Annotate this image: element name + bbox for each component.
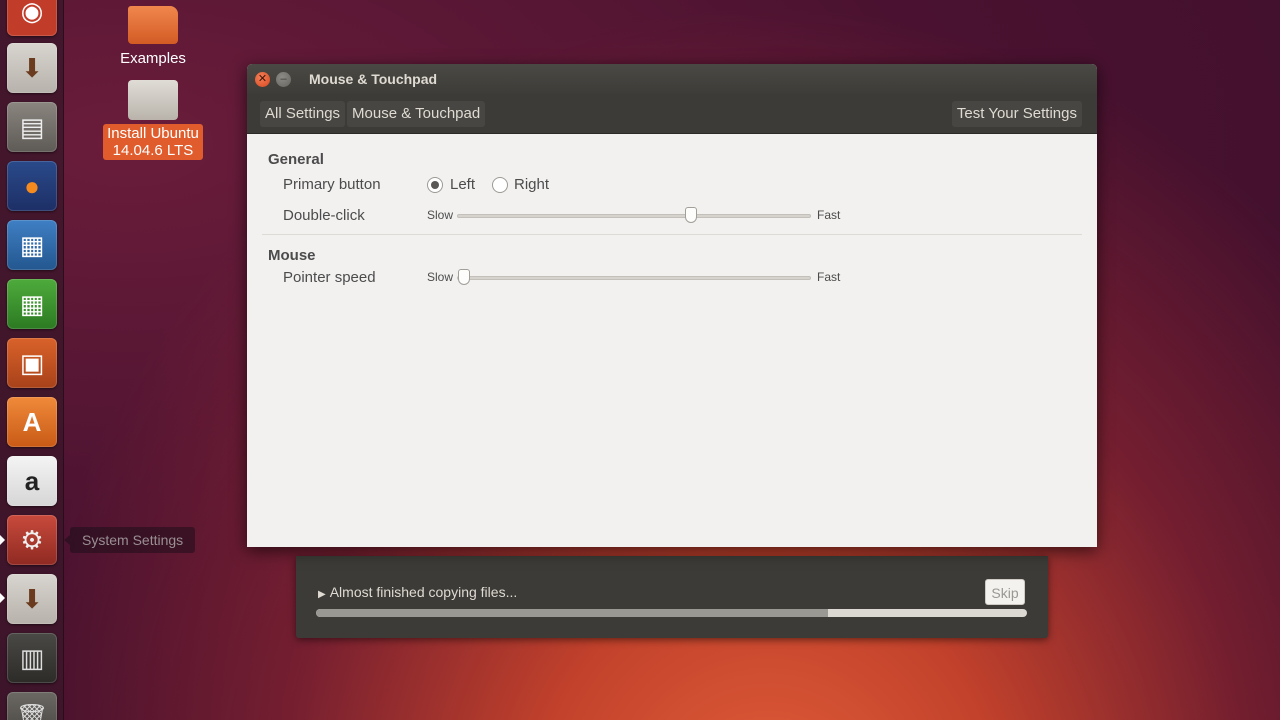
dash-button[interactable]: ◉ [7,0,57,36]
section-separator [262,234,1082,235]
pointer-speed-slow-label: Slow [427,270,454,284]
desktop-icon-install-ubuntu[interactable]: Install Ubuntu 14.04.6 LTS [98,80,208,160]
ubuntu-installer-icon: ⬇ [21,53,43,83]
double-click-fast-label: Fast [817,208,841,222]
window-title: Mouse & Touchpad [309,71,438,87]
expander-triangle-icon[interactable]: ▶ [318,589,326,600]
amazon-icon: a [24,466,40,496]
close-icon: ✕ [257,72,268,85]
primary-right-label[interactable]: Right [514,176,549,193]
libreoffice-calc-icon: ▦ [19,289,45,319]
installer-status-text: Almost finished copying files... [329,584,518,600]
launcher-item-disk[interactable]: ▥ [7,633,57,683]
settings-toolbar: All Settings Mouse & Touchpad Test Your … [247,94,1097,134]
ubuntu-installer-icon [128,80,178,120]
launcher-item-impress[interactable]: ▣ [7,338,57,388]
ubuntu-installer-icon: ⬇ [21,584,43,614]
trash-icon: 🗑 [15,702,49,720]
settings-content: General Primary button Left Right Double… [247,134,1097,547]
desktop-icon-examples[interactable]: Examples [98,6,208,67]
active-indicator [0,535,5,545]
launcher-item-software-center[interactable]: A [7,397,57,447]
minimize-icon: – [280,72,287,85]
pointer-speed-slider-track[interactable] [457,276,811,280]
launcher-item-firefox[interactable]: ● [7,161,57,211]
double-click-slider-handle[interactable] [684,207,697,223]
minimize-button[interactable]: – [276,71,291,87]
primary-left-label[interactable]: Left [450,176,475,193]
breadcrumb-mouse-touchpad[interactable]: Mouse & Touchpad [347,100,486,127]
launcher-item-calc[interactable]: ▦ [7,279,57,329]
launcher-item-installer[interactable]: ⬇ [7,43,57,93]
double-click-slow-label: Slow [427,208,454,222]
launcher-tooltip: System Settings [63,527,196,553]
pointer-speed-slider-handle[interactable] [458,269,471,285]
mouse-section-title: Mouse [268,247,316,264]
general-section-title: General [268,151,324,168]
window-titlebar[interactable]: ✕ – Mouse & Touchpad [247,64,1097,94]
libreoffice-writer-icon: ▦ [19,230,45,260]
disk-icon: ▥ [19,643,45,673]
primary-right-radio[interactable] [492,177,508,193]
software-center-icon: A [22,407,42,437]
all-settings-button[interactable]: All Settings [260,100,346,127]
system-settings-icon: ⚙ [20,525,44,555]
launcher-item-trash[interactable]: 🗑 [7,692,57,720]
desktop-icon-label-line1: Install Ubuntu [107,125,199,142]
running-indicator [0,593,5,603]
launcher: ◉ ⬇ ▤ ● ▦ ▦ ▣ A a ⚙ ⬇ ▥ 🗑 [0,0,64,720]
double-click-slider-track[interactable] [457,214,811,218]
close-button[interactable]: ✕ [255,71,270,87]
libreoffice-impress-icon: ▣ [19,348,45,378]
double-click-label: Double-click [283,207,365,224]
test-settings-button[interactable]: Test Your Settings [951,100,1082,127]
primary-left-radio[interactable] [427,177,443,193]
folder-icon [128,6,178,44]
pointer-speed-fast-label: Fast [817,270,841,284]
mouse-touchpad-window: ✕ – Mouse & Touchpad All Settings Mouse … [247,64,1097,547]
launcher-item-amazon[interactable]: a [7,456,57,506]
installer-progress-fill [316,609,828,617]
firefox-icon: ● [24,171,40,201]
skip-button[interactable]: Skip [985,579,1025,605]
installer-progress-dialog: ▶ Almost finished copying files... Skip [296,556,1048,638]
launcher-item-system-settings[interactable]: ⚙ [7,515,57,565]
launcher-item-files[interactable]: ▤ [7,102,57,152]
ubuntu-logo-icon: ◉ [20,0,44,26]
launcher-item-writer[interactable]: ▦ [7,220,57,270]
desktop-icon-label-line2: 14.04.6 LTS [112,142,194,159]
installer-progress-bar [316,609,1027,617]
pointer-speed-label: Pointer speed [283,269,376,286]
files-icon: ▤ [19,112,45,142]
primary-button-label: Primary button [283,176,381,193]
installer-status[interactable]: ▶ Almost finished copying files... [318,584,517,600]
desktop-icon-label: Examples [120,50,186,67]
desktop-icon-label-selected: Install Ubuntu 14.04.6 LTS [103,124,203,160]
launcher-item-installer-running[interactable]: ⬇ [7,574,57,624]
